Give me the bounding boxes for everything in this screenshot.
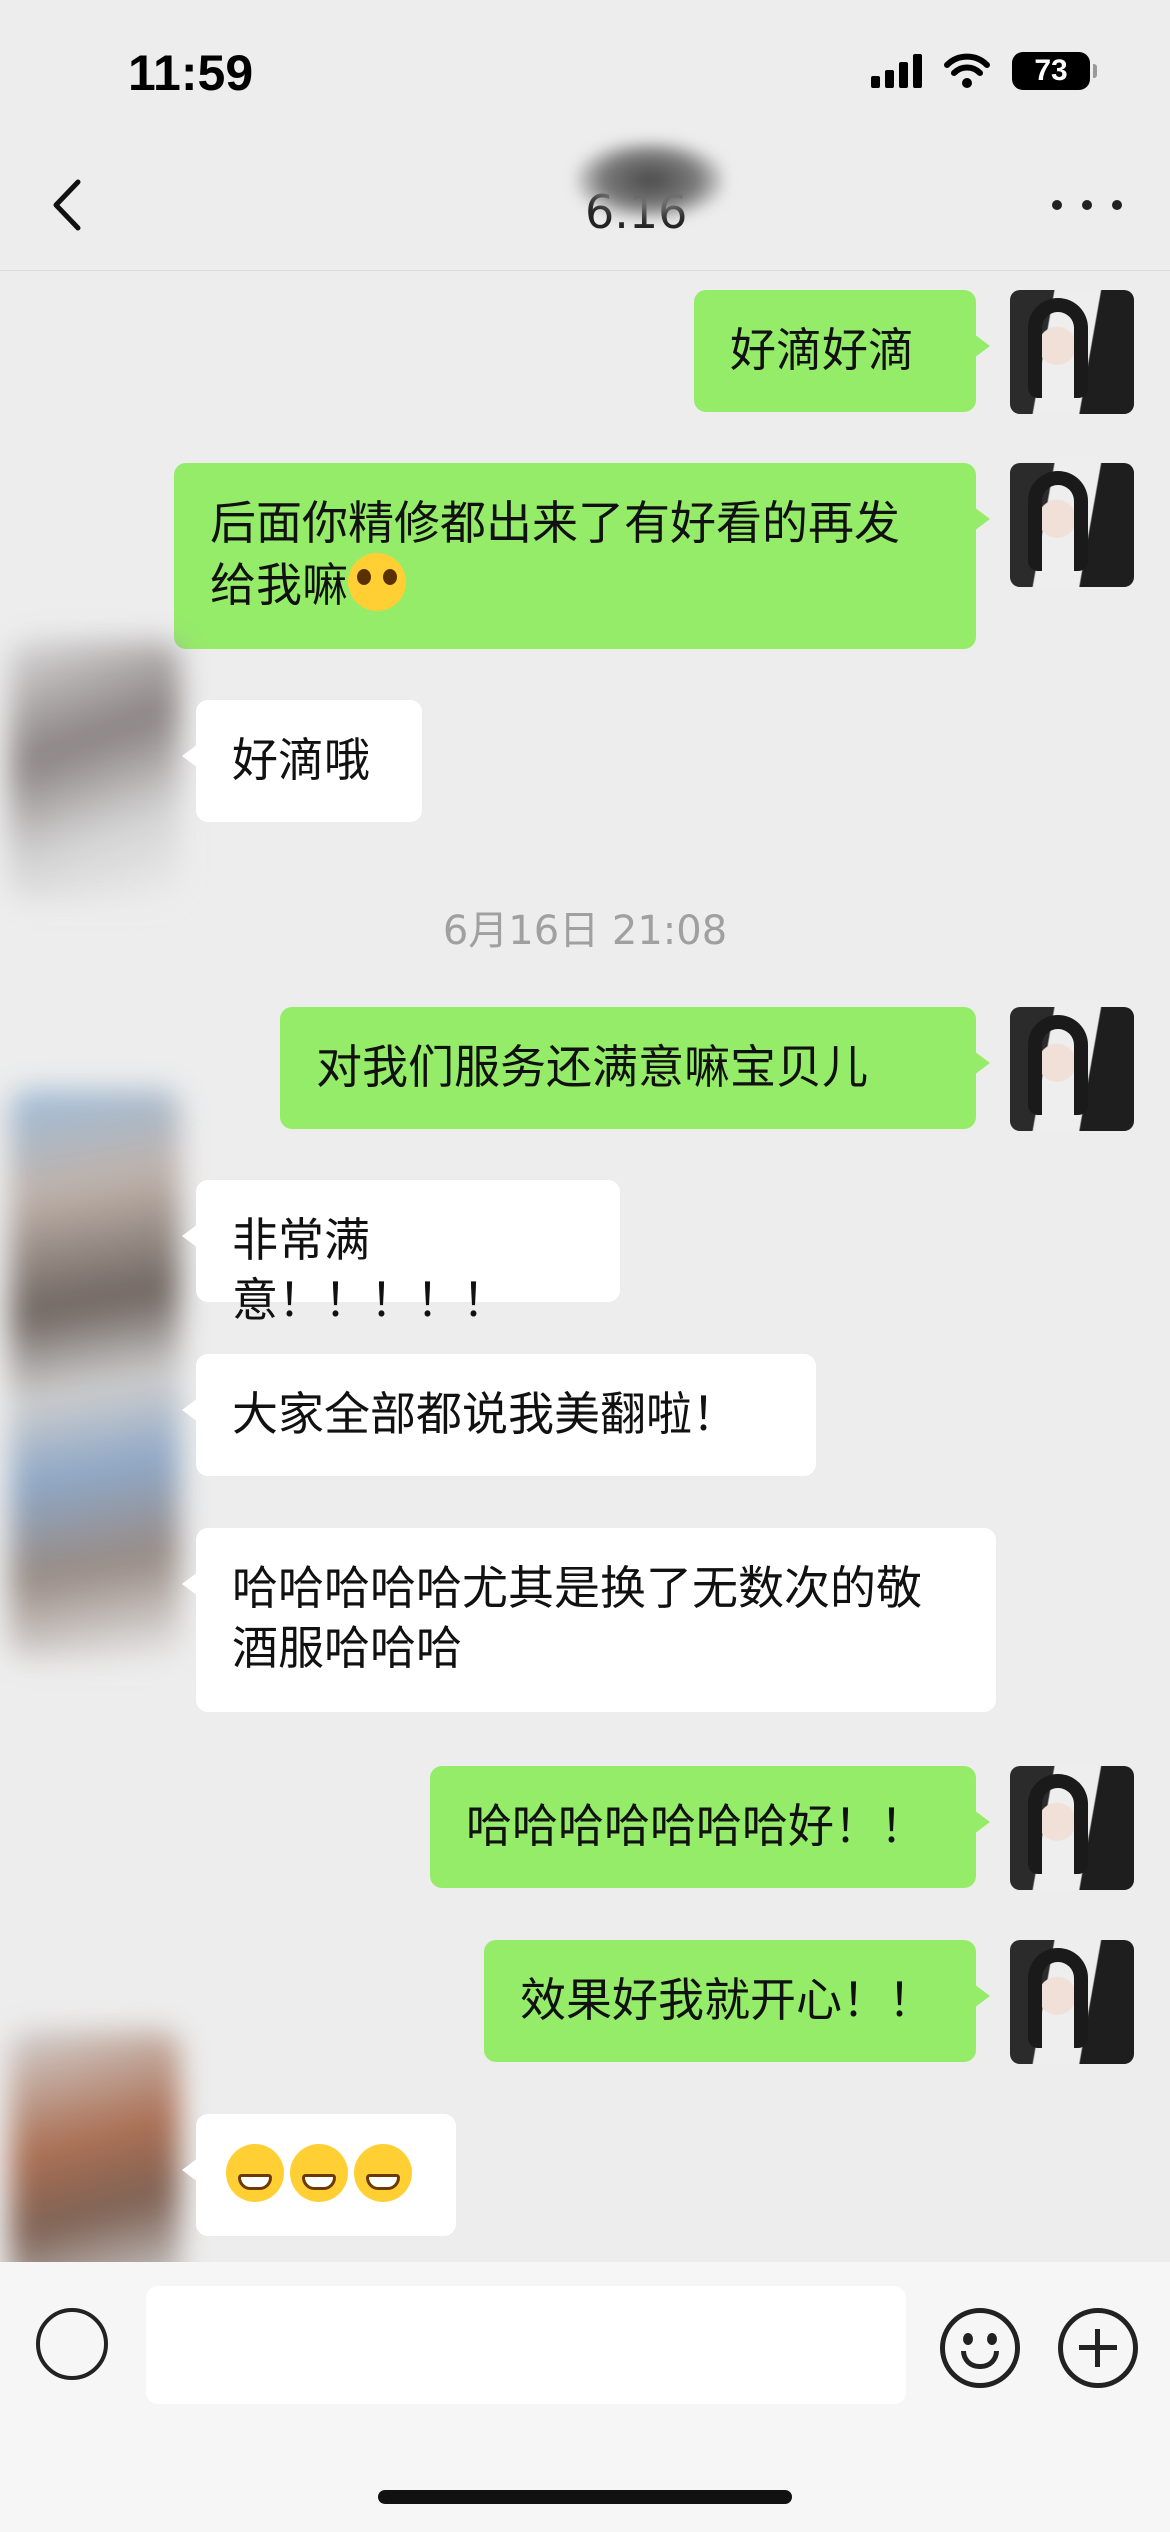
- my-avatar[interactable]: [1010, 1007, 1134, 1131]
- chat-timestamp: 6月16日 21:08: [442, 908, 728, 954]
- message-bubble-received[interactable]: 非常满意！！！！！: [182, 1180, 620, 1327]
- message-bubble-sent[interactable]: 哈哈哈哈哈哈哈好！！: [430, 1766, 990, 1888]
- message-bubble-sent[interactable]: 对我们服务还满意嘛宝贝儿: [280, 1007, 990, 1129]
- back-button[interactable]: [40, 170, 100, 240]
- message-text: 好滴好滴: [730, 323, 914, 377]
- home-indicator[interactable]: [378, 2490, 792, 2504]
- status-icons: 73: [871, 52, 1097, 90]
- more-functions-button[interactable]: [1058, 2308, 1138, 2388]
- dot-icon: [1082, 200, 1092, 210]
- contact-avatar-redacted[interactable]: [10, 1090, 180, 1660]
- message-bubble-received[interactable]: [182, 2114, 456, 2236]
- message-text: 哈哈哈哈哈哈哈好！！: [466, 1799, 926, 1853]
- grinning-face-emoji: [290, 2144, 348, 2202]
- message-text: 好滴哦: [232, 733, 370, 787]
- message-text: 非常满意！！！！！: [232, 1213, 508, 1327]
- wifi-icon: [944, 53, 990, 88]
- status-bar: 11:59 73: [0, 0, 1170, 140]
- my-avatar[interactable]: [1010, 1766, 1134, 1890]
- message-bubble-sent[interactable]: 后面你精修都出来了有好看的再发给我嘛: [174, 463, 990, 649]
- grinning-face-emoji: [226, 2144, 284, 2202]
- my-avatar[interactable]: [1010, 463, 1134, 587]
- more-options-button[interactable]: [1052, 180, 1122, 230]
- contact-avatar-redacted[interactable]: [10, 640, 180, 900]
- message-text: 大家全部都说我美翻啦！: [232, 1387, 738, 1441]
- my-avatar[interactable]: [1010, 1940, 1134, 2064]
- message-bubble-sent[interactable]: 好滴好滴: [694, 290, 990, 412]
- message-text: 对我们服务还满意嘛宝贝儿: [316, 1040, 868, 1094]
- redacted-title-blur: [575, 140, 725, 220]
- dot-icon: [1112, 200, 1122, 210]
- voice-input-button[interactable]: [36, 2308, 108, 2380]
- grinning-face-emoji: [354, 2144, 412, 2202]
- dot-icon: [1052, 200, 1062, 210]
- message-input[interactable]: [146, 2286, 906, 2404]
- message-bubble-received[interactable]: 好滴哦: [182, 700, 422, 822]
- emoji-button[interactable]: [940, 2308, 1020, 2388]
- battery-indicator: 73: [1012, 52, 1097, 90]
- pleading-face-emoji: [348, 553, 406, 611]
- message-bubble-received[interactable]: 大家全部都说我美翻啦！: [182, 1354, 816, 1476]
- message-bubble-sent[interactable]: 效果好我就开心！！: [484, 1940, 990, 2062]
- message-bubble-received[interactable]: 哈哈哈哈哈尤其是换了无数次的敬酒服哈哈哈: [182, 1528, 996, 1712]
- message-text: 后面你精修都出来了有好看的再发给我嘛: [210, 496, 900, 612]
- status-time: 11:59: [128, 45, 254, 101]
- message-text: 效果好我就开心！！: [520, 1973, 934, 2027]
- cellular-signal-icon: [871, 54, 922, 88]
- my-avatar[interactable]: [1010, 290, 1134, 414]
- message-text: 哈哈哈哈哈尤其是换了无数次的敬酒服哈哈哈: [232, 1561, 922, 1675]
